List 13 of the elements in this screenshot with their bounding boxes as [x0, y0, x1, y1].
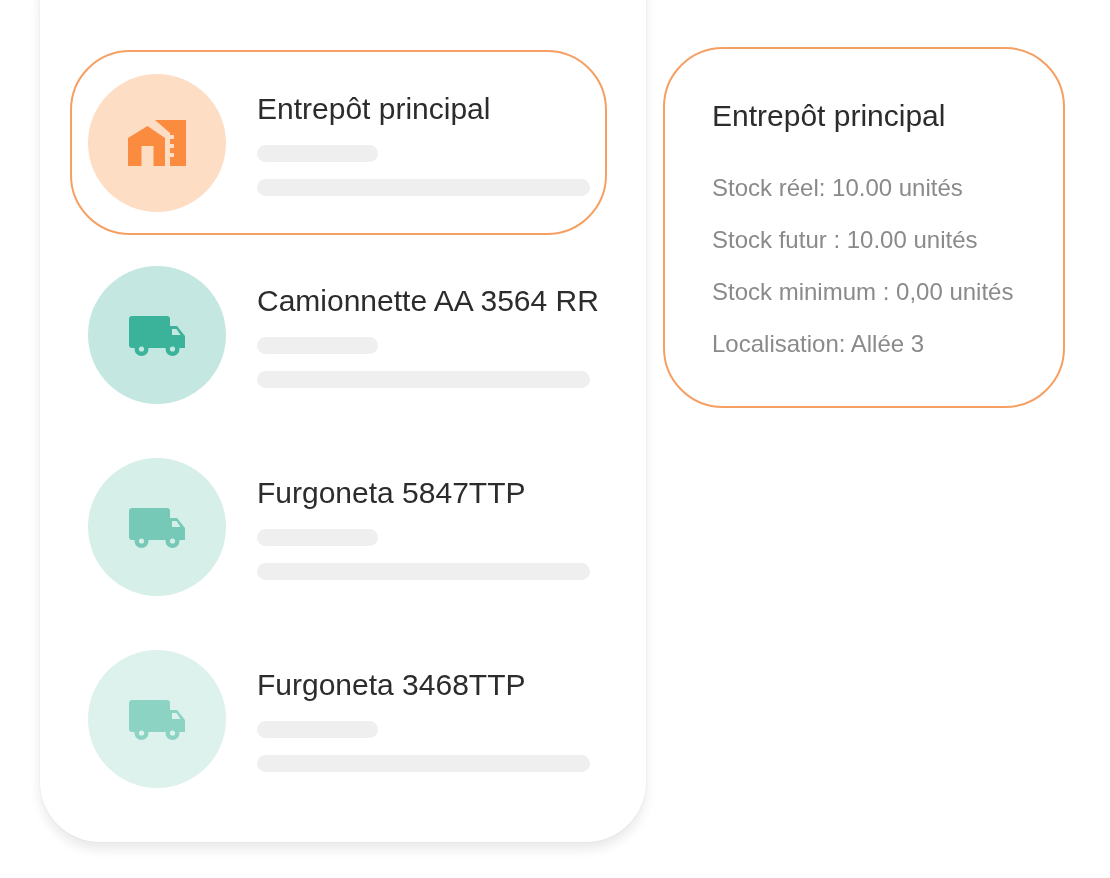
location-title: Furgoneta 5847TTP	[257, 475, 527, 511]
location-title: Camionnette AA 3564 RR	[257, 283, 599, 319]
detail-text: Localisation: Allée 3	[712, 329, 925, 359]
location-item[interactable]: Furgoneta 5847TTP	[70, 434, 607, 619]
detail-text: Stock réel: 10.00 unités	[712, 173, 963, 203]
detail-title: Entrepôt principal	[712, 98, 946, 134]
location-title: Furgoneta 3468TTP	[257, 667, 527, 703]
location-item[interactable]: Camionnette AA 3564 RR	[70, 242, 607, 427]
location-title: Entrepôt principal	[257, 91, 492, 127]
detail-text: Stock futur : 10.00 unités	[712, 225, 978, 255]
detail-text: Stock minimum : 0,00 unités	[712, 277, 1014, 307]
location-item[interactable]: Furgoneta 3468TTP	[70, 626, 607, 811]
location-item[interactable]: Entrepôt principal	[70, 50, 607, 235]
